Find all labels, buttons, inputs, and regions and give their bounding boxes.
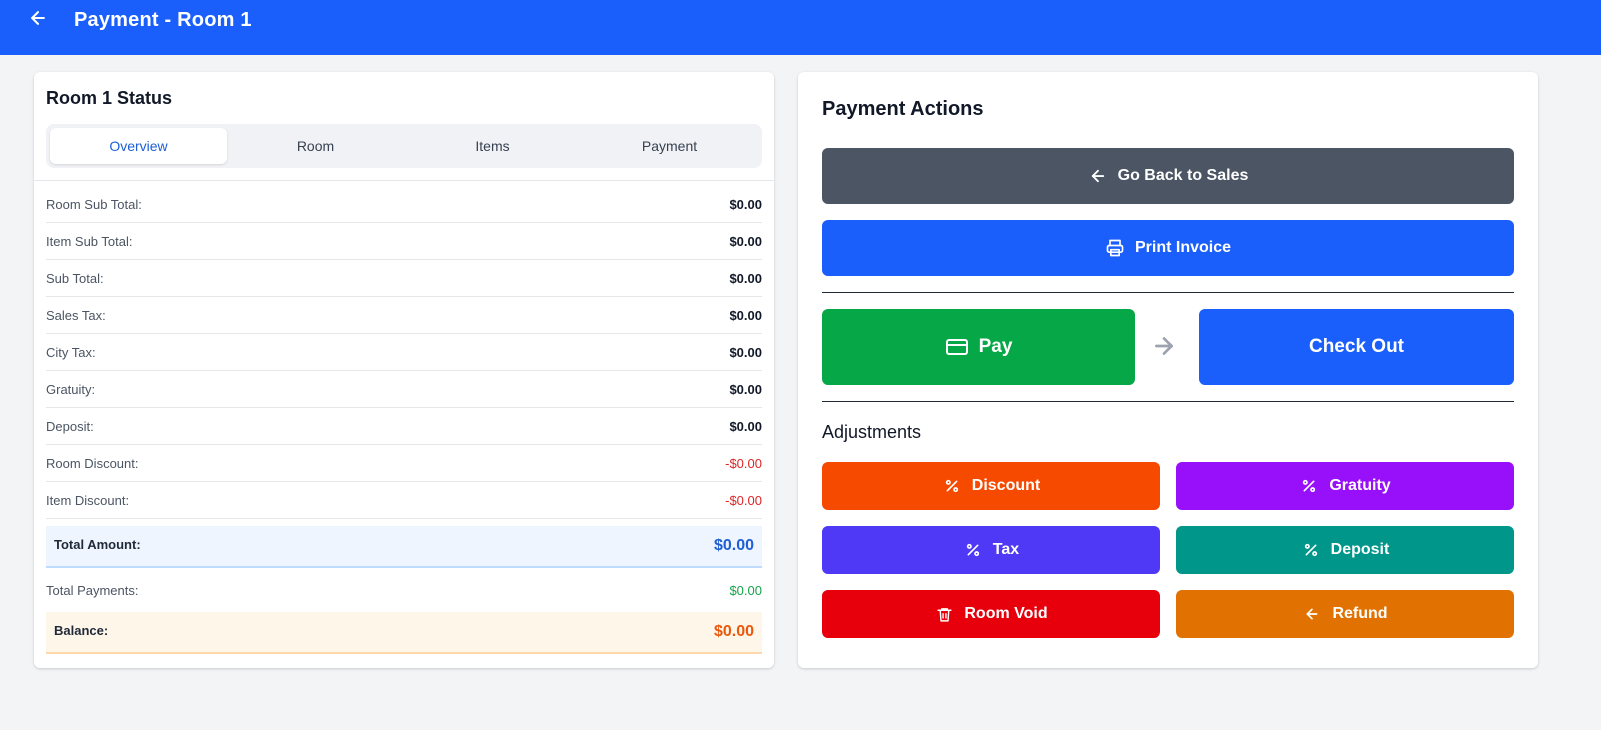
room-void-label: Room Void (964, 605, 1048, 622)
summary-row-room-sub-total: Room Sub Total: $0.00 (46, 186, 762, 223)
tax-label: Tax (992, 541, 1020, 558)
percent-icon (1299, 476, 1319, 496)
percent-icon (963, 540, 983, 560)
payment-actions-card: Payment Actions Go Back to Sales Print I… (798, 72, 1538, 668)
row-value: $0.00 (729, 270, 762, 286)
total-amount-label: Total Amount: (54, 536, 141, 552)
summary-row-sales-tax: Sales Tax: $0.00 (46, 297, 762, 334)
arrow-right-icon (1146, 330, 1182, 362)
summary-row-deposit: Deposit: $0.00 (46, 408, 762, 445)
row-value: $0.00 (729, 307, 762, 323)
go-back-to-sales-button[interactable]: Go Back to Sales (822, 148, 1514, 204)
row-label: Sales Tax: (46, 307, 106, 323)
payment-actions-title: Payment Actions (822, 98, 984, 120)
deposit-label: Deposit (1330, 541, 1390, 558)
row-value: $0.00 (729, 418, 762, 434)
row-label: Room Discount: (46, 455, 139, 471)
row-value: -$0.00 (725, 455, 762, 471)
total-payments-value: $0.00 (729, 582, 762, 598)
gratuity-label: Gratuity (1329, 477, 1391, 494)
tab-room[interactable]: Room (227, 128, 404, 164)
summary-row-item-sub-total: Item Sub Total: $0.00 (46, 223, 762, 260)
adjustments-title: Adjustments (822, 422, 922, 442)
section-divider (822, 401, 1514, 402)
summary-list: Room Sub Total: $0.00 Item Sub Total: $0… (46, 186, 762, 519)
summary-row-gratuity: Gratuity: $0.00 (46, 371, 762, 408)
gratuity-button[interactable]: Gratuity (1176, 462, 1514, 510)
balance-row: Balance: $0.00 (46, 612, 762, 654)
pay-label: Pay (978, 336, 1013, 357)
total-amount-value: $0.00 (713, 537, 754, 554)
row-value: $0.00 (729, 196, 762, 212)
total-amount-row: Total Amount: $0.00 (46, 526, 762, 568)
pay-button[interactable]: Pay (822, 309, 1135, 385)
row-label: Item Discount: (46, 492, 130, 508)
refund-label: Refund (1332, 605, 1388, 622)
arrow-left-icon (1088, 166, 1108, 186)
row-label: Deposit: (46, 418, 94, 434)
trash-icon (934, 604, 954, 624)
print-invoice-label: Print Invoice (1134, 239, 1232, 256)
credit-card-icon (945, 335, 969, 359)
print-invoice-button[interactable]: Print Invoice (822, 220, 1514, 276)
row-label: Sub Total: (46, 270, 104, 286)
deposit-button[interactable]: Deposit (1176, 526, 1514, 574)
percent-icon (942, 476, 962, 496)
status-tabs: Overview Room Items Payment (46, 124, 762, 168)
summary-row-item-discount: Item Discount: -$0.00 (46, 482, 762, 519)
check-out-label: Check Out (1308, 336, 1405, 357)
app-header: Payment - Room 1 (0, 0, 1601, 55)
go-back-label: Go Back to Sales (1117, 167, 1249, 184)
tab-overview[interactable]: Overview (50, 128, 227, 164)
summary-row-room-discount: Room Discount: -$0.00 (46, 445, 762, 482)
tabs-divider (34, 180, 774, 181)
check-out-button[interactable]: Check Out (1199, 309, 1514, 385)
arrow-left-icon (28, 8, 48, 33)
total-payments-row: Total Payments: $0.00 (46, 580, 762, 600)
percent-icon (1301, 540, 1321, 560)
row-label: Item Sub Total: (46, 233, 133, 249)
discount-button[interactable]: Discount (822, 462, 1160, 510)
refund-button[interactable]: Refund (1176, 590, 1514, 638)
arrow-left-icon (1302, 604, 1322, 624)
room-void-button[interactable]: Room Void (822, 590, 1160, 638)
row-label: Gratuity: (46, 381, 96, 397)
row-value: $0.00 (729, 344, 762, 360)
discount-label: Discount (971, 477, 1041, 494)
row-value: -$0.00 (725, 492, 762, 508)
row-value: $0.00 (729, 381, 762, 397)
row-label: Room Sub Total: (46, 196, 142, 212)
summary-row-city-tax: City Tax: $0.00 (46, 334, 762, 371)
room-status-card: Room 1 Status Overview Room Items Paymen… (34, 72, 774, 668)
back-button[interactable] (24, 6, 52, 34)
tab-items[interactable]: Items (404, 128, 581, 164)
section-divider (822, 292, 1514, 293)
row-value: $0.00 (729, 233, 762, 249)
tab-payment[interactable]: Payment (581, 128, 758, 164)
row-label: City Tax: (46, 344, 96, 360)
summary-row-sub-total: Sub Total: $0.00 (46, 260, 762, 297)
total-payments-label: Total Payments: (46, 582, 139, 598)
balance-label: Balance: (54, 622, 109, 638)
page-title: Payment - Room 1 (74, 9, 252, 31)
room-status-title: Room 1 Status (46, 88, 173, 108)
tax-button[interactable]: Tax (822, 526, 1160, 574)
balance-value: $0.00 (713, 623, 754, 640)
printer-icon (1105, 238, 1125, 258)
